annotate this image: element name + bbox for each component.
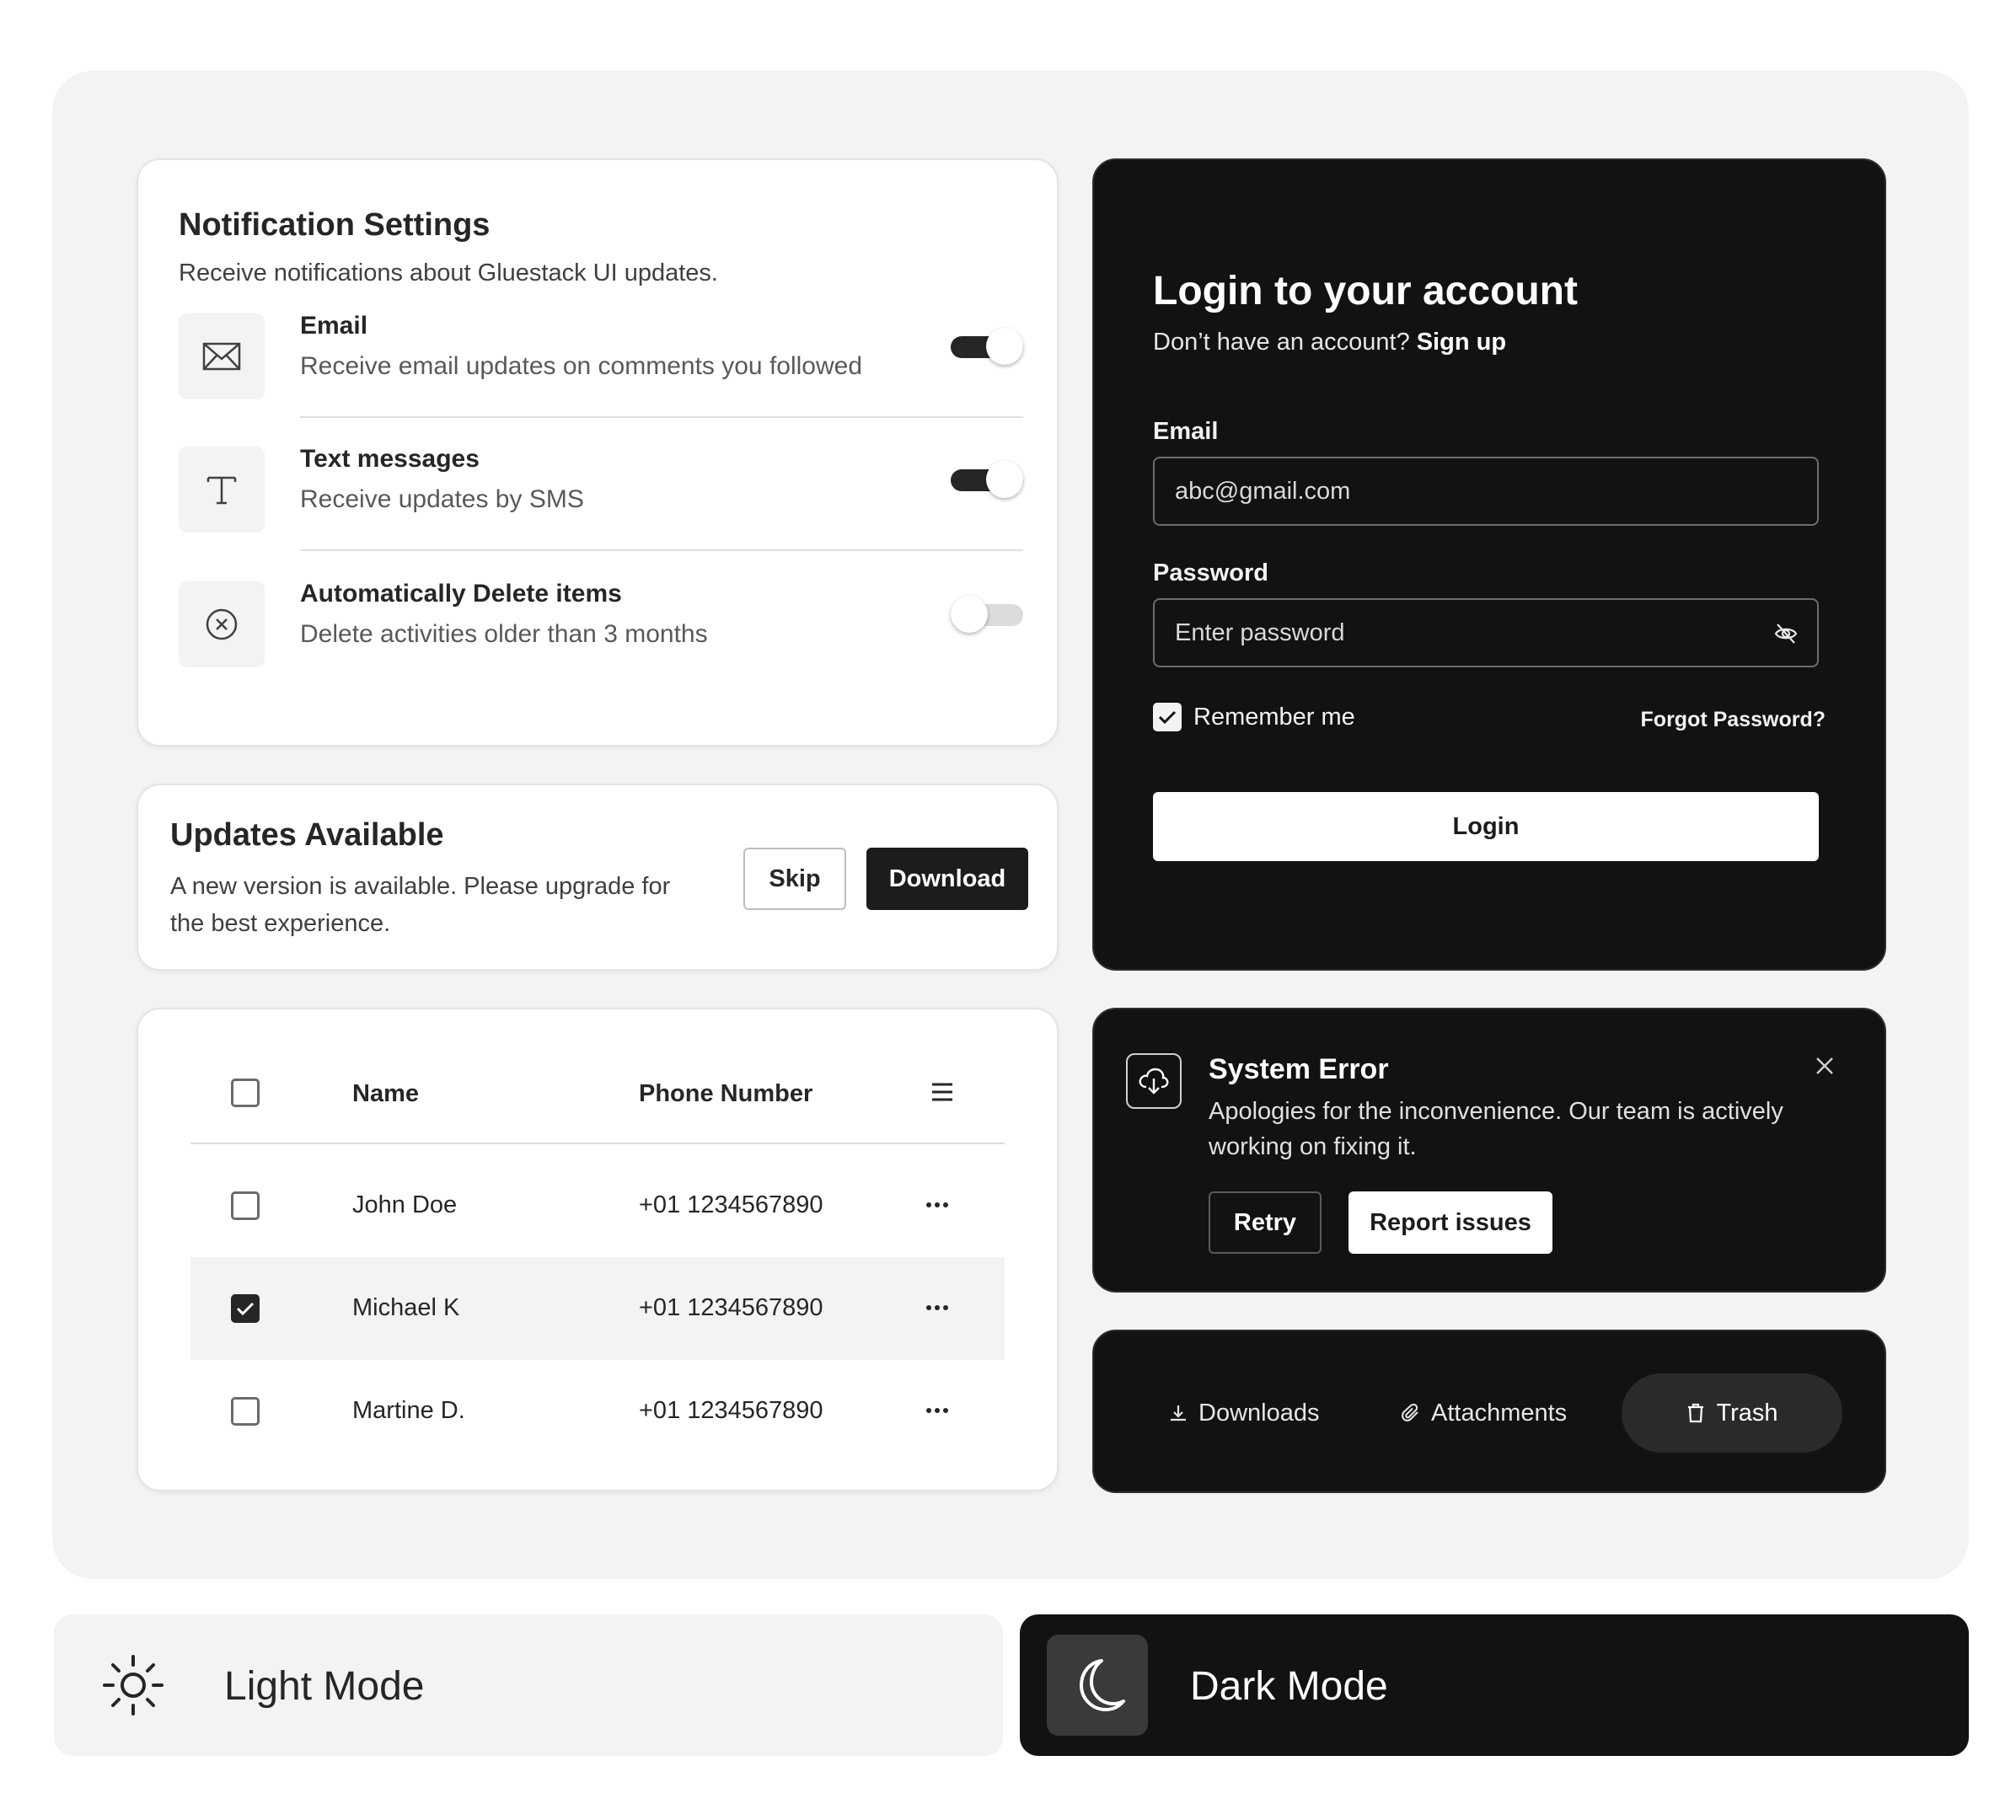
trash-icon xyxy=(1686,1402,1706,1424)
notification-label: Email xyxy=(300,312,368,340)
divider xyxy=(300,416,1023,418)
cell-phone: +01 1234567890 xyxy=(639,1191,823,1218)
updates-title: Updates Available xyxy=(170,817,444,853)
email-toggle[interactable] xyxy=(951,327,1023,366)
paperclip-icon xyxy=(1401,1403,1421,1423)
more-horizontal-icon[interactable] xyxy=(925,1400,949,1421)
auto-delete-toggle[interactable] xyxy=(951,595,1023,634)
updates-card: Updates Available A new version is avail… xyxy=(137,784,1059,971)
system-error-alert: System Error Apologies for the inconveni… xyxy=(1092,1008,1886,1293)
notification-description: Receive email updates on comments you fo… xyxy=(300,352,863,380)
dark-mode-label: Dark Mode xyxy=(1190,1664,1388,1709)
no-account-text: Don’t have an account? xyxy=(1153,329,1410,356)
login-button[interactable]: Login xyxy=(1153,792,1819,861)
table-header: Name Phone Number xyxy=(190,1043,1005,1144)
notification-label: Text messages xyxy=(300,445,480,473)
notification-settings-subtitle: Receive notifications about Gluestack UI… xyxy=(179,260,718,286)
cloud-download-icon xyxy=(1126,1053,1182,1109)
notification-row-text-messages: Text messages Receive updates by SMS xyxy=(179,438,1023,556)
notification-label: Automatically Delete items xyxy=(300,580,622,608)
notification-settings-card: Notification Settings Receive notificati… xyxy=(137,158,1059,747)
light-mode-label: Light Mode xyxy=(224,1664,425,1709)
email-value: abc@gmail.com xyxy=(1175,477,1351,505)
skip-button[interactable]: Skip xyxy=(743,848,846,910)
tab-label: Trash xyxy=(1716,1399,1778,1427)
column-header-name: Name xyxy=(352,1080,419,1107)
login-card: Login to your account Don’t have an acco… xyxy=(1092,158,1886,971)
cell-phone: +01 1234567890 xyxy=(639,1397,823,1424)
sun-icon xyxy=(101,1653,165,1717)
password-label: Password xyxy=(1153,559,1268,586)
tab-bar: Downloads Attachments Trash xyxy=(1092,1330,1886,1493)
row-checkbox[interactable] xyxy=(231,1294,260,1323)
password-input[interactable]: Enter password xyxy=(1153,598,1819,667)
tab-label: Attachments xyxy=(1431,1399,1568,1427)
system-error-description: Apologies for the inconvenience. Our tea… xyxy=(1209,1098,1783,1160)
tab-label: Downloads xyxy=(1198,1399,1320,1427)
more-horizontal-icon[interactable] xyxy=(925,1195,949,1215)
x-circle-icon xyxy=(179,581,265,667)
more-horizontal-icon[interactable] xyxy=(925,1298,949,1318)
report-issues-button[interactable]: Report issues xyxy=(1348,1191,1552,1254)
email-input[interactable]: abc@gmail.com xyxy=(1153,457,1819,526)
notification-row-auto-delete: Automatically Delete items Delete activi… xyxy=(179,573,1023,691)
system-error-title: System Error xyxy=(1209,1053,1389,1085)
sms-toggle[interactable] xyxy=(951,460,1023,499)
notification-description: Receive updates by SMS xyxy=(300,485,584,513)
menu-icon[interactable] xyxy=(930,1082,954,1102)
remember-label: Remember me xyxy=(1193,703,1355,731)
contacts-table: Name Phone Number John Doe +01 123456789… xyxy=(137,1008,1059,1491)
row-checkbox[interactable] xyxy=(231,1191,260,1220)
column-header-phone: Phone Number xyxy=(639,1080,813,1107)
table-row: John Doe +01 1234567890 xyxy=(190,1154,1005,1257)
notification-description: Delete activities older than 3 months xyxy=(300,620,708,648)
select-all-checkbox[interactable] xyxy=(231,1079,260,1107)
retry-button[interactable]: Retry xyxy=(1209,1191,1322,1254)
eye-off-icon[interactable] xyxy=(1773,621,1799,646)
table-row: Martine D. +01 1234567890 xyxy=(190,1360,1005,1463)
download-icon xyxy=(1168,1403,1188,1423)
row-checkbox[interactable] xyxy=(231,1397,260,1426)
cell-phone: +01 1234567890 xyxy=(639,1294,823,1321)
cell-name: John Doe xyxy=(352,1191,458,1218)
moon-icon xyxy=(1047,1635,1148,1736)
email-label: Email xyxy=(1153,418,1219,445)
mail-icon xyxy=(179,313,265,399)
download-button[interactable]: Download xyxy=(866,848,1028,910)
notification-row-email: Email Receive email updates on comments … xyxy=(179,305,1023,423)
close-icon[interactable] xyxy=(1815,1057,1834,1075)
divider xyxy=(300,549,1023,551)
forgot-password-link[interactable]: Forgot Password? xyxy=(1641,708,1826,732)
dark-mode-option[interactable]: Dark Mode xyxy=(1020,1614,1969,1756)
remember-checkbox[interactable] xyxy=(1153,703,1182,731)
tab-downloads[interactable]: Downloads xyxy=(1168,1373,1319,1453)
cell-name: Martine D. xyxy=(352,1397,465,1424)
updates-description: A new version is available. Please upgra… xyxy=(170,873,671,937)
cell-name: Michael K xyxy=(352,1294,460,1321)
password-placeholder: Enter password xyxy=(1175,618,1345,646)
signup-link[interactable]: Sign up xyxy=(1417,329,1506,356)
login-subtitle: Don’t have an account? Sign up xyxy=(1153,329,1506,356)
text-icon xyxy=(179,447,265,533)
table-row: Michael K +01 1234567890 xyxy=(190,1257,1005,1360)
login-title: Login to your account xyxy=(1153,269,1578,313)
notification-settings-title: Notification Settings xyxy=(179,207,491,243)
tab-trash[interactable]: Trash xyxy=(1622,1373,1842,1453)
tab-attachments[interactable]: Attachments xyxy=(1401,1373,1567,1453)
remember-me[interactable]: Remember me xyxy=(1153,703,1355,731)
light-mode-option[interactable]: Light Mode xyxy=(54,1614,1003,1756)
